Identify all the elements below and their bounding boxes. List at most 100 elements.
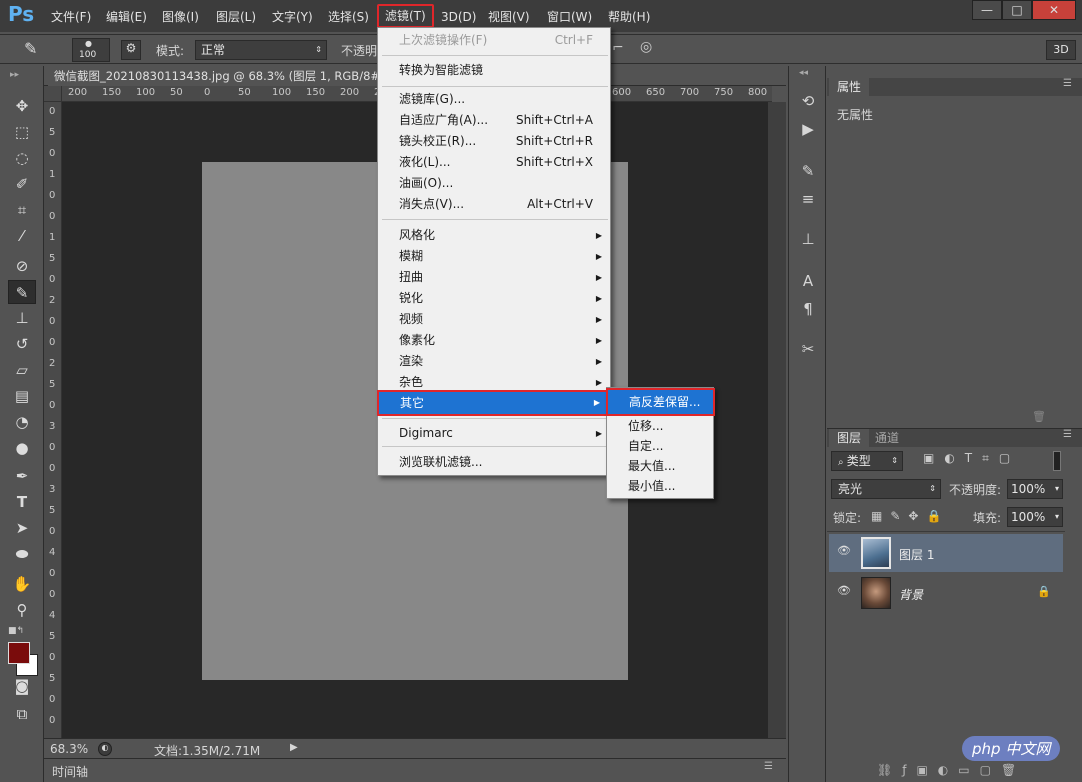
pen-tool-icon[interactable]: ✒	[8, 464, 36, 488]
menu-filter-gallery[interactable]: 滤镜库(G)...	[378, 89, 610, 110]
timeline-menu-icon[interactable]: ☰	[764, 761, 773, 772]
menu-adaptive-wide-angle[interactable]: 自适应广角(A)... Shift+Ctrl+A	[378, 110, 610, 131]
layer-filter-icons[interactable]: ▣◐T⌗▢	[923, 451, 1020, 466]
move-tool-icon[interactable]: ✥	[8, 94, 36, 118]
menu-minimum[interactable]: 最小值...	[607, 476, 713, 497]
paragraph-panel-icon[interactable]: ¶	[797, 298, 819, 320]
menu-maximum[interactable]: 最大值...	[607, 456, 713, 477]
blend-mode-select[interactable]: 亮光 ⇕	[831, 479, 941, 499]
screen-mode-icon[interactable]: ⧉	[8, 702, 36, 726]
menu-type[interactable]: 文字(Y)	[272, 8, 313, 26]
background-thumbnail[interactable]	[861, 577, 891, 609]
crop-tool-icon[interactable]: ⌗	[8, 198, 36, 222]
hand-tool-icon[interactable]: ✋	[8, 572, 36, 596]
properties-tab[interactable]: 属性	[829, 78, 870, 96]
menu-other[interactable]: 其它 ▶	[377, 390, 610, 416]
brush-preset-picker[interactable]: ● 100	[72, 38, 110, 62]
menu-browse-filters-online[interactable]: 浏览联机滤镜...	[378, 452, 610, 473]
menu-filter[interactable]: 滤镜(T)	[377, 4, 434, 28]
lock-options-icons[interactable]: ▦✎✥🔒	[871, 509, 949, 523]
default-colors-icon[interactable]: ■↰	[8, 626, 24, 636]
menu-custom[interactable]: 自定...	[607, 436, 713, 457]
eraser-tool-icon[interactable]: ▱	[8, 358, 36, 382]
lasso-tool-icon[interactable]: ◌	[8, 146, 36, 170]
history-panel-icon[interactable]: ⟲	[797, 90, 819, 112]
dodge-tool-icon[interactable]: ●	[8, 436, 36, 460]
collapse-icon[interactable]: ▸▸	[10, 70, 19, 80]
menu-vanishing-point[interactable]: 消失点(V)... Alt+Ctrl+V	[378, 194, 610, 215]
quick-select-tool-icon[interactable]: ✐	[8, 172, 36, 196]
character-panel-icon[interactable]: A	[797, 270, 819, 292]
opacity-input[interactable]: 100% ▾	[1007, 479, 1063, 499]
eye-icon[interactable]: 👁	[837, 544, 851, 557]
restore-button[interactable]: □	[1002, 0, 1032, 20]
zoom-tool-icon[interactable]: ⚲	[8, 598, 36, 622]
menu-blur[interactable]: 模糊 ▶	[378, 246, 610, 267]
layers-menu-icon[interactable]: ☰	[1063, 429, 1072, 440]
brush-panel-icon[interactable]: ✎	[797, 160, 819, 182]
vertical-scrollbar[interactable]	[768, 102, 786, 738]
document-tab[interactable]: 微信截图_20210830113438.jpg @ 68.3% (图层 1, R…	[48, 66, 391, 86]
menu-digimarc[interactable]: Digimarc ▶	[378, 423, 610, 444]
menu-pixelate[interactable]: 像素化 ▶	[378, 330, 610, 351]
menu-high-pass[interactable]: 高反差保留...	[606, 388, 715, 416]
menu-video[interactable]: 视频 ▶	[378, 309, 610, 330]
zoom-level[interactable]: 68.3%	[50, 742, 88, 756]
gradient-tool-icon[interactable]: ▤	[8, 384, 36, 408]
marquee-tool-icon[interactable]: ⬚	[8, 120, 36, 144]
close-button[interactable]: ✕	[1032, 0, 1076, 20]
menu-view[interactable]: 视图(V)	[488, 8, 530, 26]
3d-mode-button[interactable]: 3D	[1046, 40, 1076, 60]
menu-file[interactable]: 文件(F)	[51, 8, 91, 26]
actions-panel-icon[interactable]: ▶	[797, 118, 819, 140]
menu-select[interactable]: 选择(S)	[328, 8, 369, 26]
menu-distort[interactable]: 扭曲 ▶	[378, 267, 610, 288]
channels-tab[interactable]: 通道	[869, 429, 905, 447]
brush-presets-panel-icon[interactable]: ≡	[797, 188, 819, 210]
menu-help[interactable]: 帮助(H)	[608, 8, 650, 26]
status-info-icon[interactable]: ◐	[98, 742, 112, 756]
eyedropper-tool-icon[interactable]: ⁄	[8, 224, 36, 248]
brush-panel-toggle-icon[interactable]: ⚙	[121, 40, 141, 60]
minimize-button[interactable]: —	[972, 0, 1002, 20]
menu-3d[interactable]: 3D(D)	[441, 8, 476, 26]
layer1-thumbnail[interactable]	[861, 537, 891, 569]
menu-offset[interactable]: 位移...	[607, 416, 713, 437]
ruler-origin[interactable]	[44, 86, 62, 102]
menu-oil-paint[interactable]: 油画(O)...	[378, 173, 610, 194]
layer-filter-select[interactable]: ⌕ 类型 ⇕	[831, 451, 903, 471]
layer-name[interactable]: 图层 1	[899, 546, 934, 563]
menu-liquify[interactable]: 液化(L)... Shift+Ctrl+X	[378, 152, 610, 173]
menu-image[interactable]: 图像(I)	[162, 8, 199, 26]
layer-row-background[interactable]: 👁 背景 🔒	[829, 574, 1063, 612]
mode-select[interactable]: 正常 ⇕	[195, 40, 327, 60]
collapse-dock-icon[interactable]: ◂◂	[799, 68, 808, 78]
layer-name[interactable]: 背景	[899, 586, 923, 603]
quick-mask-icon[interactable]: ◙	[8, 674, 36, 698]
menu-layer[interactable]: 图层(L)	[216, 8, 256, 26]
foreground-color-swatch[interactable]	[8, 642, 30, 664]
menu-lens-correction[interactable]: 镜头校正(R)... Shift+Ctrl+R	[378, 131, 610, 152]
brush-tool-icon[interactable]: ✎	[24, 39, 48, 59]
filter-toggle-switch[interactable]	[1053, 451, 1061, 471]
status-menu-arrow-icon[interactable]: ▶	[290, 742, 298, 753]
brush-tool-icon-active[interactable]: ✎	[8, 280, 36, 304]
menu-edit[interactable]: 编辑(E)	[106, 8, 147, 26]
fill-input[interactable]: 100% ▾	[1007, 507, 1063, 527]
menu-stylize[interactable]: 风格化 ▶	[378, 225, 610, 246]
airbrush-icon[interactable]: ⌐	[612, 40, 624, 56]
menu-window[interactable]: 窗口(W)	[547, 8, 592, 26]
path-select-tool-icon[interactable]: ➤	[8, 516, 36, 540]
menu-convert-smart-filters[interactable]: 转换为智能滤镜	[378, 60, 610, 81]
tool-presets-panel-icon[interactable]: ✂	[797, 338, 819, 360]
timeline-label[interactable]: 时间轴	[52, 763, 88, 780]
layers-tab[interactable]: 图层	[829, 429, 870, 447]
eye-icon[interactable]: 👁	[837, 584, 851, 597]
properties-menu-icon[interactable]: ☰	[1063, 78, 1072, 89]
healing-brush-tool-icon[interactable]: ⊘	[8, 254, 36, 278]
clone-stamp-tool-icon[interactable]: ⊥	[8, 306, 36, 330]
properties-trash-icon[interactable]: 🗑	[1032, 410, 1046, 423]
shape-tool-icon[interactable]: ⬬	[8, 542, 36, 566]
pressure-size-icon[interactable]: ◎	[640, 39, 652, 55]
menu-render[interactable]: 渲染 ▶	[378, 351, 610, 372]
